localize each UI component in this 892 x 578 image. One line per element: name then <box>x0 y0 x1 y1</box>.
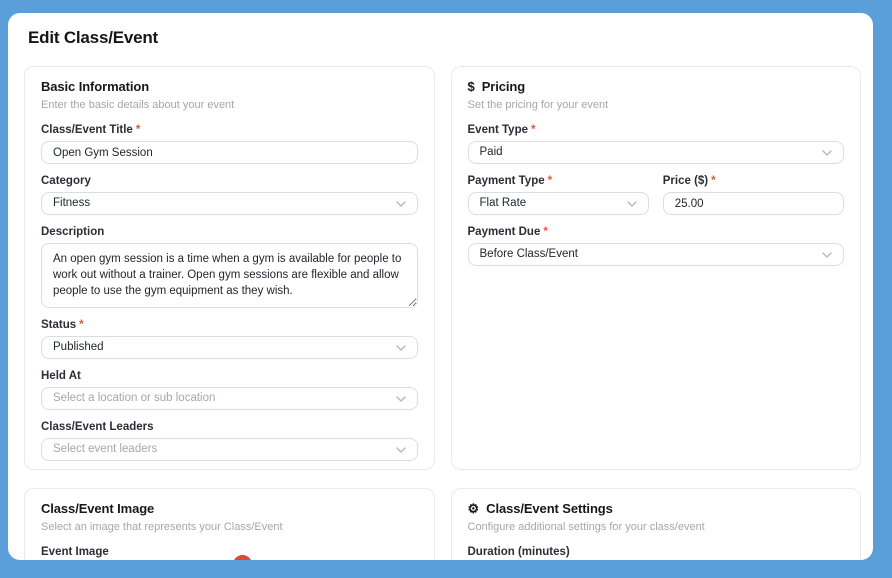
event-image-label: Event Image <box>41 546 418 558</box>
leaders-select[interactable]: Select event leaders <box>41 438 418 461</box>
payment-due-select[interactable]: Before Class/Event <box>468 243 845 266</box>
held-at-field: Held At Select a location or sub locatio… <box>41 370 418 410</box>
basic-information-subtitle: Enter the basic details about your event <box>41 98 418 113</box>
leaders-field: Class/Event Leaders Select event leaders <box>41 421 418 461</box>
top-cards-row: Basic Information Enter the basic detail… <box>8 66 873 470</box>
pricing-subtitle: Set the pricing for your event <box>468 98 845 113</box>
event-type-field: Event Type * Paid <box>468 124 845 164</box>
payment-row: Payment Type * Flat Rate Price ($) * <box>468 164 845 215</box>
payment-due-field: Payment Due * Before Class/Event <box>468 226 845 266</box>
required-marker: * <box>711 175 715 187</box>
event-image-field: Event Image <box>41 546 418 558</box>
settings-card-title: Class/Event Settings <box>486 501 613 517</box>
page-title: Edit Class/Event <box>28 26 873 50</box>
duration-label: Duration (minutes) <box>468 546 845 558</box>
image-card-header: Class/Event Image <box>41 501 418 517</box>
edit-class-event-page: Edit Class/Event Basic Information Enter… <box>8 13 873 560</box>
chevron-down-icon <box>627 201 637 207</box>
payment-type-label: Payment Type * <box>468 175 649 187</box>
gear-icon: ⚙ <box>468 501 480 517</box>
app-frame: { "page": { "title": "Edit Class/Event" … <box>0 0 892 578</box>
basic-information-title: Basic Information <box>41 79 149 95</box>
description-field: Description An open gym session is a tim… <box>41 226 418 308</box>
chevron-down-icon <box>396 201 406 207</box>
price-field: Price ($) * <box>663 175 844 215</box>
chevron-down-icon <box>396 396 406 402</box>
image-card-title: Class/Event Image <box>41 501 154 517</box>
price-label: Price ($) * <box>663 175 844 187</box>
image-card-subtitle: Select an image that represents your Cla… <box>41 520 418 535</box>
description-textarea[interactable]: An open gym session is a time when a gym… <box>41 243 418 308</box>
payment-due-select-value: Before Class/Event <box>480 244 578 265</box>
required-marker: * <box>543 226 547 238</box>
chevron-down-icon <box>396 447 406 453</box>
leaders-select-placeholder: Select event leaders <box>53 439 157 460</box>
category-field: Category Fitness <box>41 175 418 215</box>
basic-information-card: Basic Information Enter the basic detail… <box>24 66 435 470</box>
chevron-down-icon <box>822 252 832 258</box>
category-label: Category <box>41 175 418 187</box>
bottom-cards-row: Class/Event Image Select an image that r… <box>8 488 873 560</box>
status-label: Status * <box>41 319 418 331</box>
chevron-down-icon <box>396 345 406 351</box>
payment-type-select[interactable]: Flat Rate <box>468 192 649 215</box>
chevron-down-icon <box>822 150 832 156</box>
pricing-title: Pricing <box>482 79 525 95</box>
category-select-value: Fitness <box>53 193 90 214</box>
event-title-label: Class/Event Title * <box>41 124 418 136</box>
held-at-select[interactable]: Select a location or sub location <box>41 387 418 410</box>
payment-due-label: Payment Due * <box>468 226 845 238</box>
status-select-value: Published <box>53 337 104 358</box>
held-at-select-placeholder: Select a location or sub location <box>53 388 215 409</box>
required-marker: * <box>531 124 535 136</box>
event-type-select-value: Paid <box>480 142 503 163</box>
held-at-label: Held At <box>41 370 418 382</box>
basic-information-header: Basic Information <box>41 79 418 95</box>
dollar-icon: $ <box>468 79 475 95</box>
event-title-input[interactable] <box>41 141 418 164</box>
pricing-header: $ Pricing <box>468 79 845 95</box>
class-event-image-card: Class/Event Image Select an image that r… <box>24 488 435 560</box>
payment-type-select-value: Flat Rate <box>480 193 527 214</box>
class-event-settings-card: ⚙ Class/Event Settings Configure additio… <box>451 488 862 560</box>
required-marker: * <box>548 175 552 187</box>
settings-card-header: ⚙ Class/Event Settings <box>468 501 845 517</box>
price-input[interactable] <box>663 192 844 215</box>
pricing-card: $ Pricing Set the pricing for your event… <box>451 66 862 470</box>
settings-card-subtitle: Configure additional settings for your c… <box>468 520 845 535</box>
payment-type-field: Payment Type * Flat Rate <box>468 175 649 215</box>
required-marker: * <box>79 319 83 331</box>
status-select[interactable]: Published <box>41 336 418 359</box>
description-label: Description <box>41 226 418 238</box>
leaders-label: Class/Event Leaders <box>41 421 418 433</box>
category-select[interactable]: Fitness <box>41 192 418 215</box>
duration-field: Duration (minutes) <box>468 546 845 558</box>
event-type-label: Event Type * <box>468 124 845 136</box>
required-marker: * <box>136 124 140 136</box>
event-title-field: Class/Event Title * <box>41 124 418 164</box>
status-field: Status * Published <box>41 319 418 359</box>
event-type-select[interactable]: Paid <box>468 141 845 164</box>
